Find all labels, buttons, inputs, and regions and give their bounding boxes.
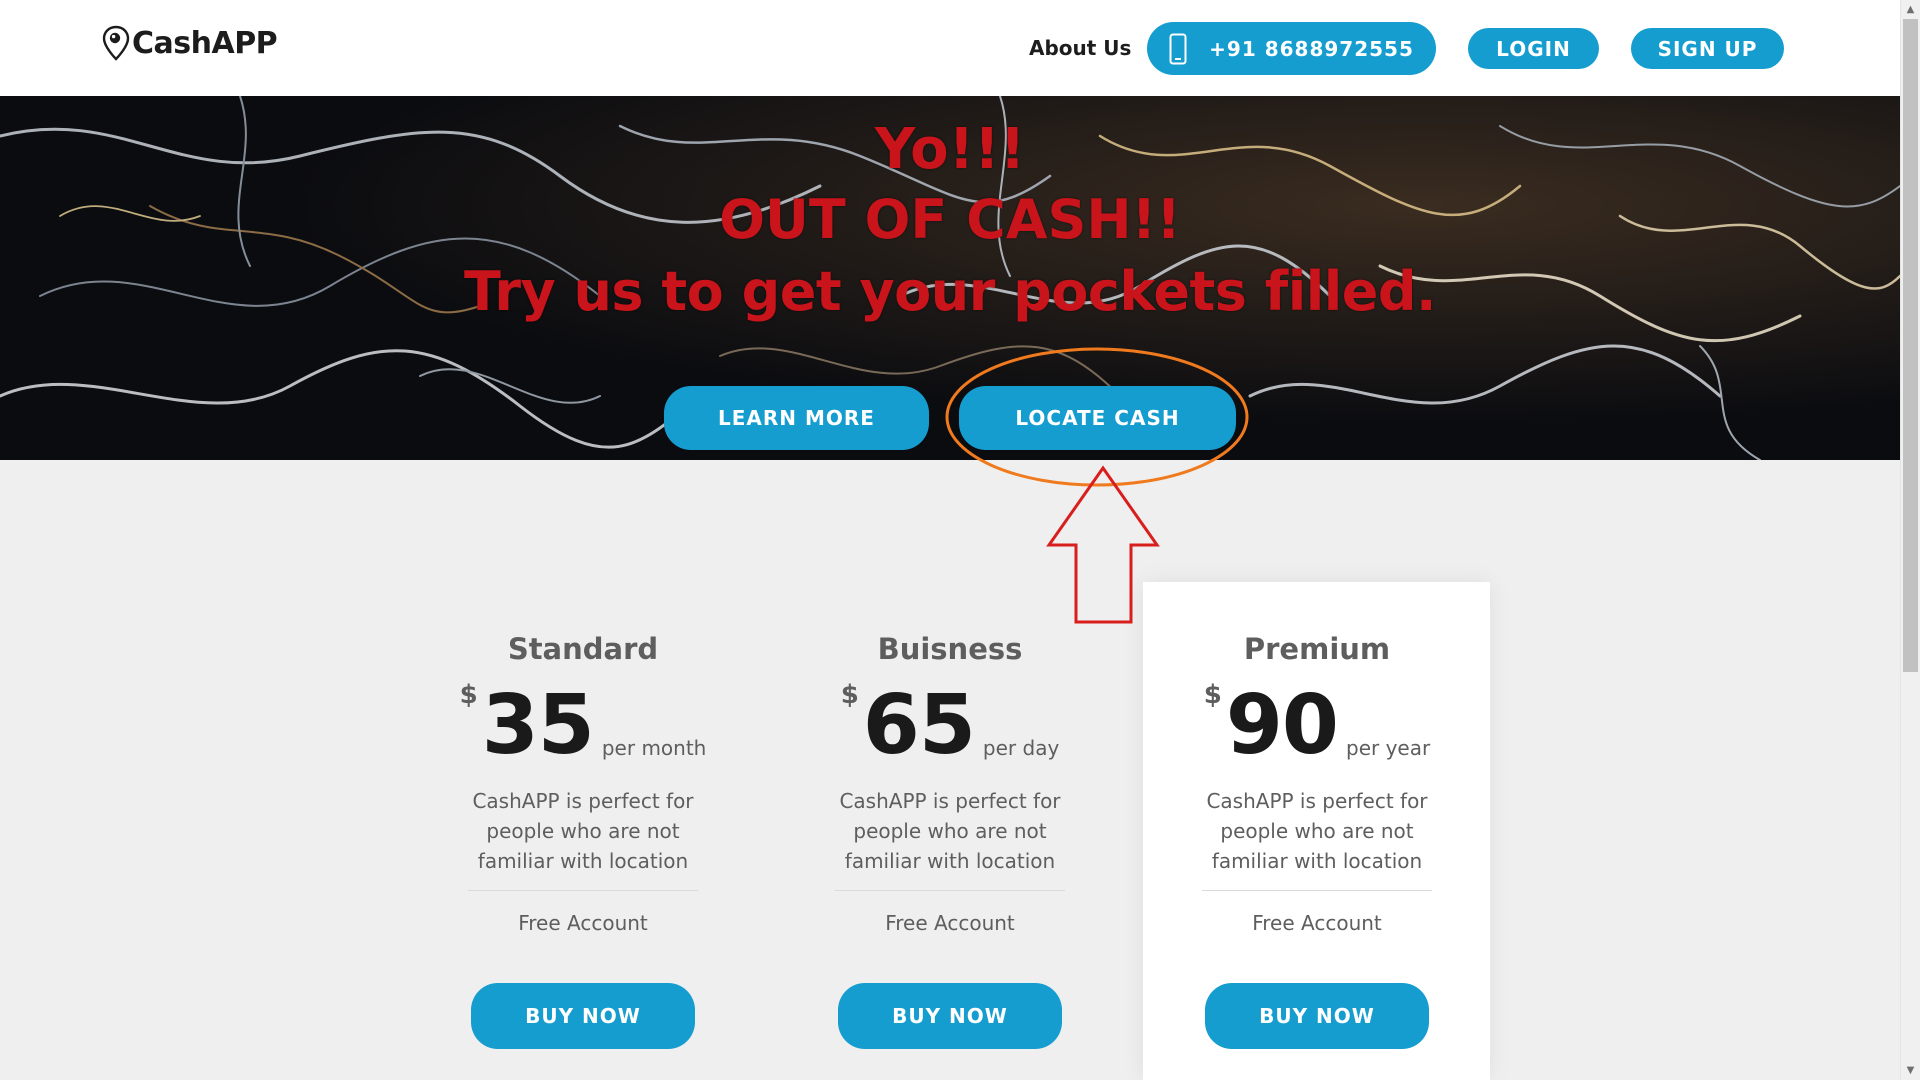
plan-card-business: Buisness $ 65 per day CashAPP is perfect…: [800, 632, 1100, 935]
price-period: per year: [1346, 736, 1431, 760]
plan-description: CashAPP is perfect for people who are no…: [1202, 786, 1432, 891]
plan-name: Buisness: [877, 632, 1023, 666]
buy-now-label: BUY NOW: [525, 1004, 641, 1028]
currency-symbol: $: [1203, 680, 1222, 710]
signup-label: SIGN UP: [1657, 36, 1758, 61]
currency-symbol: $: [459, 680, 478, 710]
buy-now-button-standard[interactable]: BUY NOW: [471, 983, 695, 1049]
hero-headline-line-2: OUT OF CASH!!: [719, 188, 1181, 251]
plan-price: $ 65 per day: [800, 678, 1100, 773]
phone-number: +91 8688972555: [1209, 36, 1414, 61]
hero-headline-line-1: Yo!!!: [874, 117, 1026, 182]
plan-price: $ 35 per month: [433, 678, 733, 773]
plan-feature: Free Account: [885, 911, 1015, 935]
plan-price: $ 90 per year: [1167, 678, 1467, 773]
plan-name: Premium: [1243, 632, 1391, 666]
login-label: LOGIN: [1496, 36, 1571, 61]
learn-more-button[interactable]: LEARN MORE: [664, 386, 929, 450]
site-header: CashAPP About Us +91 8688972555 LOGIN SI…: [0, 0, 1900, 96]
brand-name: CashAPP: [132, 25, 278, 61]
locate-cash-label: LOCATE CASH: [1015, 406, 1180, 430]
price-amount: 65: [862, 678, 976, 773]
signup-button[interactable]: SIGN UP: [1631, 28, 1784, 69]
hero-headline-line-3: Try us to get your pockets filled.: [463, 260, 1437, 323]
price-amount: 90: [1225, 678, 1339, 773]
smartphone-icon: [1169, 33, 1187, 64]
buy-now-label: BUY NOW: [892, 1004, 1008, 1028]
scroll-up-arrow-icon[interactable]: ▲: [1901, 0, 1920, 19]
plan-description: CashAPP is perfect for people who are no…: [468, 786, 698, 891]
page-scrollbar[interactable]: ▲ ▼: [1900, 0, 1920, 1080]
plan-card-standard: Standard $ 35 per month CashAPP is perfe…: [433, 632, 733, 935]
buy-now-button-business[interactable]: BUY NOW: [838, 983, 1062, 1049]
hero-banner: Yo!!! OUT OF CASH!! Try us to get your p…: [0, 96, 1900, 460]
login-button[interactable]: LOGIN: [1468, 28, 1599, 69]
buy-now-label: BUY NOW: [1259, 1004, 1375, 1028]
plan-card-premium: Premium $ 90 per year CashAPP is perfect…: [1167, 632, 1467, 935]
price-amount: 35: [481, 678, 595, 773]
plan-feature: Free Account: [1252, 911, 1382, 935]
nav-about-us-link[interactable]: About Us: [1029, 36, 1131, 60]
locate-cash-button[interactable]: LOCATE CASH: [959, 386, 1236, 450]
brand-logo[interactable]: CashAPP: [101, 25, 278, 61]
map-pin-icon: [102, 25, 130, 61]
up-arrow-icon: [1046, 465, 1160, 624]
scroll-down-arrow-icon[interactable]: ▼: [1901, 1061, 1920, 1080]
plan-name: Standard: [507, 632, 659, 666]
currency-symbol: $: [840, 680, 859, 710]
price-period: per month: [601, 736, 707, 760]
plan-feature: Free Account: [518, 911, 648, 935]
phone-button[interactable]: +91 8688972555: [1147, 22, 1436, 75]
learn-more-label: LEARN MORE: [718, 406, 875, 430]
scrollbar-thumb[interactable]: [1903, 19, 1918, 672]
price-period: per day: [982, 736, 1060, 760]
plan-description: CashAPP is perfect for people who are no…: [835, 786, 1065, 891]
buy-now-button-premium[interactable]: BUY NOW: [1205, 983, 1429, 1049]
